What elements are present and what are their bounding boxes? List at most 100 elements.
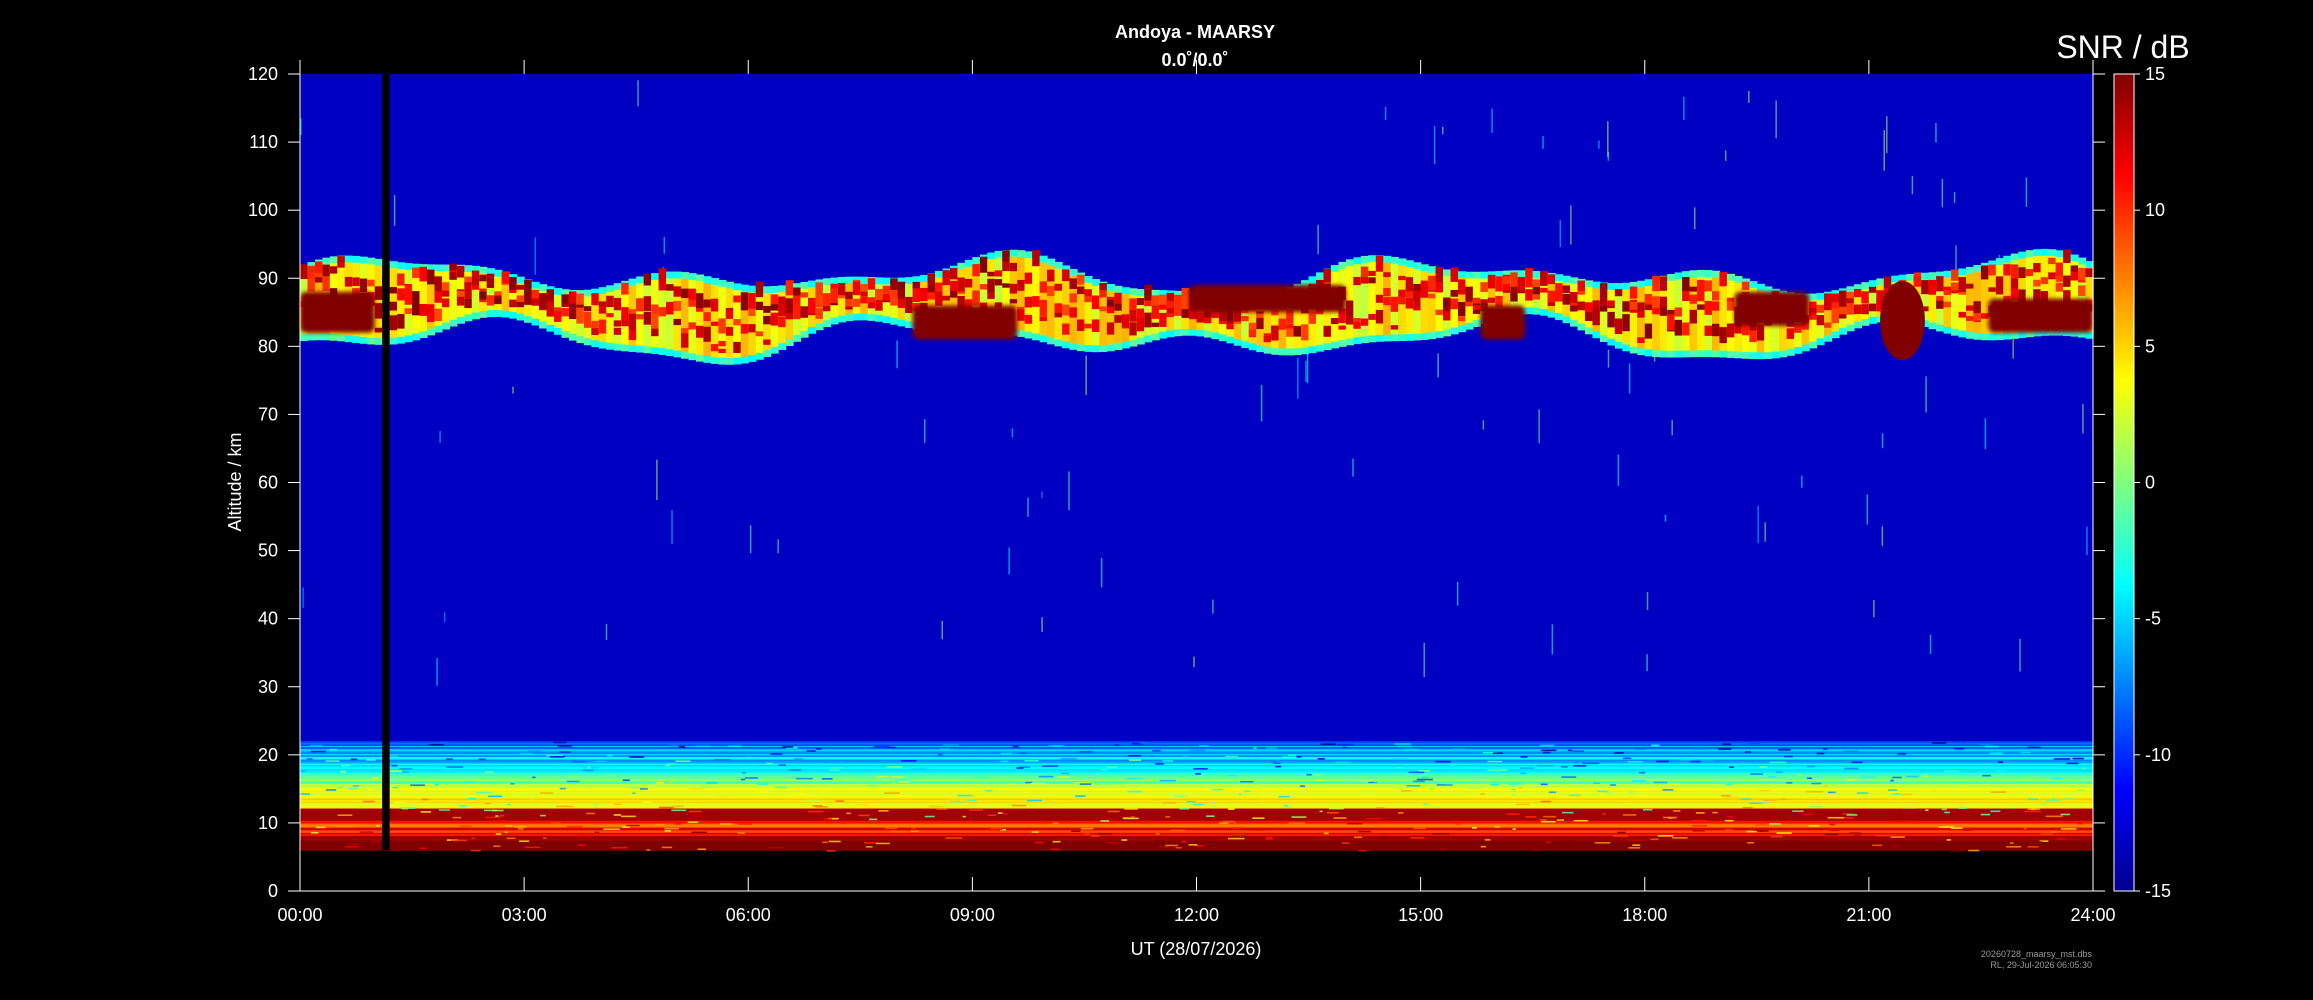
troposphere-speckle: [1941, 808, 1948, 811]
pmse-strand: [1584, 313, 1594, 321]
troposphere-speckle: [1989, 752, 2003, 755]
troposphere-speckle: [802, 789, 812, 792]
pmse-strand: [501, 272, 510, 284]
troposphere-speckle: [1806, 765, 1816, 768]
y-tick-label: 120: [248, 64, 278, 84]
troposphere-speckle: [1828, 829, 1839, 832]
pmse-strand: [606, 295, 615, 306]
troposphere-speckle: [1545, 841, 1551, 844]
pmse-strand: [404, 292, 413, 305]
colorbar-tick-label: -5: [2145, 609, 2161, 629]
troposphere-speckle: [1449, 763, 1456, 766]
pmse-strand: [1570, 291, 1579, 303]
pmse-strand: [1965, 316, 1975, 321]
troposphere-speckle: [1052, 822, 1059, 825]
troposphere-speckle: [1421, 776, 1429, 779]
troposphere-speckle: [1484, 839, 1491, 841]
pmse-strand: [456, 265, 465, 278]
pmse-strand: [2040, 277, 2049, 285]
troposphere-speckle: [1750, 773, 1763, 775]
noise-streak: [1306, 350, 1309, 384]
troposphere-speckle: [1966, 770, 1977, 773]
troposphere-speckle: [1179, 807, 1190, 810]
troposphere-speckle: [1206, 815, 1215, 817]
noise-streak: [1384, 106, 1387, 121]
troposphere-speckle: [1139, 742, 1145, 744]
noise-streak: [1617, 454, 1620, 487]
pmse-strand: [1450, 267, 1459, 282]
pmse-strand: [935, 291, 944, 306]
pmse-strand: [1241, 315, 1250, 322]
troposphere-speckle: [1435, 760, 1451, 763]
pmse-strand: [1704, 280, 1713, 292]
troposphere-speckle: [1439, 848, 1447, 850]
troposphere-speckle: [519, 753, 533, 755]
troposphere-speckle: [825, 770, 837, 773]
troposphere-speckle: [1982, 774, 1991, 777]
pmse-strand: [1853, 304, 1863, 315]
pmse-strand: [1629, 301, 1638, 310]
troposphere-speckle: [1423, 803, 1428, 806]
pmse-strand: [1674, 307, 1683, 317]
troposphere-speckle: [1398, 788, 1404, 791]
pmse-strand: [1383, 288, 1392, 297]
troposphere-speckle: [1016, 767, 1024, 769]
pmse-strand: [2063, 275, 2072, 287]
troposphere-speckle: [1057, 776, 1070, 778]
troposphere-speckle: [1998, 761, 2004, 763]
pmse-strand: [464, 298, 473, 309]
troposphere-speckle: [1231, 827, 1244, 829]
troposphere-speckle: [822, 841, 828, 844]
pmse-strand: [1413, 290, 1422, 306]
troposphere-speckle: [446, 758, 453, 760]
pmse-strand: [785, 298, 794, 314]
troposphere-speckle: [2067, 777, 2082, 780]
troposphere-speckle: [1320, 743, 1336, 746]
pmse-strand: [845, 291, 854, 300]
pmse-strand: [1099, 306, 1108, 312]
troposphere-speckle: [1622, 814, 1637, 816]
troposphere-speckle: [1520, 767, 1535, 770]
troposphere-speckle: [1582, 762, 1600, 765]
pmse-strand: [1457, 302, 1467, 317]
pmse-layer: [598, 293, 607, 342]
troposphere-speckle: [1520, 756, 1528, 758]
pmse-strand: [1390, 325, 1399, 330]
pmse-strand: [434, 276, 443, 292]
pmse-strand: [770, 312, 779, 326]
pmse-strand: [322, 264, 331, 277]
troposphere-speckle: [1123, 849, 1133, 851]
pmse-strand: [681, 333, 690, 348]
troposphere-speckle: [1074, 795, 1086, 797]
pmse-strand: [1293, 326, 1302, 337]
troposphere-speckle: [1314, 773, 1321, 776]
troposphere-speckle: [410, 784, 426, 786]
troposphere-speckle: [1699, 759, 1715, 762]
troposphere-speckle: [1296, 756, 1302, 758]
noise-streak: [393, 195, 396, 226]
troposphere-speckle: [348, 843, 361, 846]
pmse-strand: [412, 267, 421, 278]
troposphere-speckle: [1079, 783, 1092, 785]
troposphere-speckle: [1408, 771, 1425, 774]
pmse-strand: [1435, 266, 1444, 282]
troposphere-speckle: [336, 786, 343, 789]
pmse-strand: [1928, 279, 1937, 286]
pmse-strand: [449, 272, 458, 279]
troposphere-speckle: [1490, 783, 1500, 786]
pmse-layer: [725, 288, 734, 358]
troposphere-speckle: [1175, 846, 1182, 849]
y-tick-label: 60: [258, 473, 278, 493]
troposphere-speckle: [1173, 795, 1188, 797]
troposphere-speckle: [910, 830, 919, 832]
pmse-strand: [1054, 283, 1063, 291]
troposphere-speckle: [1365, 818, 1382, 820]
footer-filename: 20260728_maarsy_mst.dbs: [1981, 949, 2093, 959]
pmse-strand: [1084, 296, 1093, 303]
troposphere-speckle: [1249, 829, 1266, 831]
pmse-strand: [957, 277, 966, 292]
pmse-strand: [2070, 271, 2079, 281]
pmse-strand: [1786, 328, 1795, 339]
pmse-strand: [1824, 322, 1833, 328]
troposphere-speckle: [1745, 751, 1752, 753]
